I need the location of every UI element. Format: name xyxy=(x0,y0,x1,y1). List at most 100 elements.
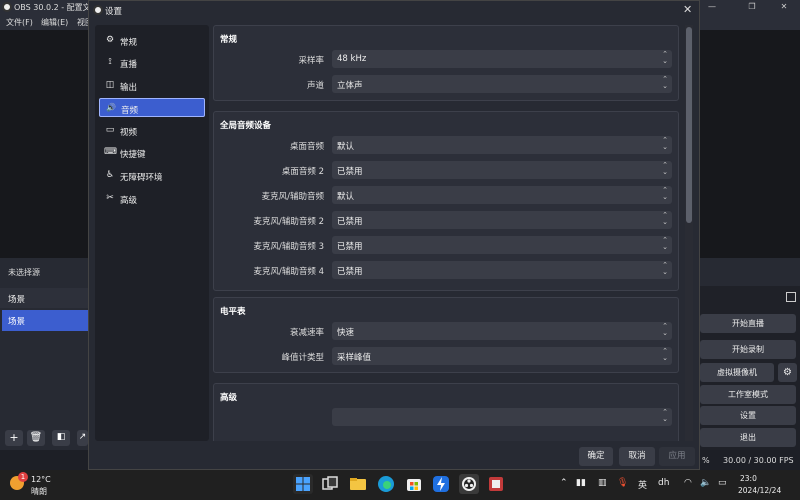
scene-list-item[interactable]: 场景 xyxy=(2,310,88,331)
select-value: 已禁用 xyxy=(337,167,363,177)
peak-meter-select[interactable]: 采样峰值 ⌃ ⌄ xyxy=(332,347,672,365)
filters-icon[interactable]: ◧ xyxy=(52,430,70,446)
app-icon[interactable] xyxy=(486,474,506,494)
settings-dialog: 设置 ✕ ⚙ 常规 ⟟ 直播 ◫ 输出 🔊 音频 ▭ 视频 ⌨ 快捷键 ♿ 无障… xyxy=(88,0,700,470)
file-explorer-icon[interactable] xyxy=(348,474,368,494)
updown-icon: ⌃ ⌄ xyxy=(662,261,668,276)
updown-icon: ⌃ ⌄ xyxy=(662,347,668,362)
nav-video[interactable]: ▭ 视频 xyxy=(99,121,205,140)
ime-indicator[interactable]: 英 xyxy=(638,478,647,491)
channels-select[interactable]: 立体声 ⌃ ⌄ xyxy=(332,75,672,93)
mic-audio-label: 麦克风/辅助音频 xyxy=(261,192,324,202)
keyboard-icon: ⌨ xyxy=(104,147,117,157)
volume-icon[interactable]: 🔈 xyxy=(700,478,711,488)
advanced-select[interactable]: ⌃ ⌄ xyxy=(332,408,672,426)
nav-output[interactable]: ◫ 输出 xyxy=(99,76,205,95)
mic-audio-3-select[interactable]: 已禁用 ⌃ ⌄ xyxy=(332,236,672,254)
select-value: 48 kHz xyxy=(337,54,367,64)
lightning-app-icon[interactable] xyxy=(431,474,451,494)
desktop-audio-label: 桌面音频 xyxy=(289,142,324,152)
dialog-titlebar: 设置 ✕ xyxy=(89,1,699,19)
store-icon[interactable] xyxy=(404,474,424,494)
close-icon[interactable]: ✕ xyxy=(683,3,692,16)
trash-icon[interactable]: 🗑 xyxy=(27,430,45,446)
output-icon: ◫ xyxy=(105,80,115,90)
ok-button[interactable]: 确定 xyxy=(579,447,613,466)
scrollbar-thumb[interactable] xyxy=(686,27,692,223)
nav-audio[interactable]: 🔊 音频 xyxy=(99,98,205,117)
edge-icon[interactable] xyxy=(376,474,396,494)
settings-sidebar: ⚙ 常规 ⟟ 直播 ◫ 输出 🔊 音频 ▭ 视频 ⌨ 快捷键 ♿ 无障碍环境 ✂ xyxy=(95,25,209,441)
menu-edit[interactable]: 编辑(E) xyxy=(41,17,68,28)
mic-audio-4-select[interactable]: 已禁用 ⌃ ⌄ xyxy=(332,261,672,279)
exit-button[interactable]: 退出 xyxy=(700,428,796,447)
gear-icon[interactable]: ⚙ xyxy=(778,363,797,382)
cancel-button[interactable]: 取消 xyxy=(619,447,655,466)
task-view-icon[interactable] xyxy=(320,474,340,494)
sample-rate-label: 采样率 xyxy=(298,56,324,66)
updown-icon: ⌃ ⌄ xyxy=(662,186,668,201)
dock-float-icon[interactable] xyxy=(786,292,796,302)
nav-advanced[interactable]: ✂ 高级 xyxy=(99,189,205,208)
nav-label: 音频 xyxy=(121,106,139,116)
obs-logo-icon xyxy=(2,2,12,12)
speaker-icon: 🔊 xyxy=(106,103,116,112)
obs-taskbar-icon[interactable] xyxy=(459,474,479,494)
apply-button[interactable]: 应用 xyxy=(659,447,695,466)
mic-audio-select[interactable]: 默认 ⌃ ⌄ xyxy=(332,186,672,204)
audio-level-icon[interactable]: ▮▮ xyxy=(576,478,586,488)
start-streaming-button[interactable]: 开始直播 xyxy=(700,314,796,333)
select-value: 默认 xyxy=(337,142,355,152)
select-value: 默认 xyxy=(337,192,355,202)
minimize-icon[interactable]: — xyxy=(700,1,724,13)
group-meters: 电平表 衰减速率 快速 ⌃ ⌄ 峰值计类型 采样峰值 ⌃ ⌄ xyxy=(213,297,679,373)
gear-icon: ⚙ xyxy=(105,35,115,45)
monitor-icon: ▭ xyxy=(105,125,115,135)
nav-label: 直播 xyxy=(120,60,138,70)
nav-general[interactable]: ⚙ 常规 xyxy=(99,31,205,50)
clock-time[interactable]: 23:0 xyxy=(740,474,757,483)
desktop-audio-select[interactable]: 默认 ⌃ ⌄ xyxy=(332,136,672,154)
mic-audio-2-select[interactable]: 已禁用 ⌃ ⌄ xyxy=(332,211,672,229)
scene-dock-header: 场景 xyxy=(0,288,88,308)
obs-logo-icon xyxy=(93,5,103,15)
weather-temperature: 12°C xyxy=(31,475,51,484)
notification-badge: 1 xyxy=(18,472,28,482)
select-value: 已禁用 xyxy=(337,217,363,227)
nav-hotkeys[interactable]: ⌨ 快捷键 xyxy=(99,143,205,162)
desktop-audio-2-label: 桌面音频 2 xyxy=(281,167,324,177)
microphone-icon[interactable]: 🎙 xyxy=(617,478,628,488)
menu-file[interactable]: 文件(F) xyxy=(6,17,33,28)
wifi-icon[interactable]: ◠ xyxy=(684,478,692,488)
more-icon[interactable]: ↗ xyxy=(77,430,88,446)
nav-stream[interactable]: ⟟ 直播 xyxy=(99,53,205,72)
clock-date[interactable]: 2024/12/24 xyxy=(738,486,781,495)
meter-icon[interactable]: ▥ xyxy=(598,478,607,488)
scene-dock-title: 场景 xyxy=(8,295,26,305)
select-value: 立体声 xyxy=(337,81,363,91)
close-icon[interactable]: ✕ xyxy=(772,1,796,13)
settings-button[interactable]: 设置 xyxy=(700,406,796,425)
updown-icon: ⌃ ⌄ xyxy=(662,408,668,423)
input-icon[interactable]: dh xyxy=(658,478,669,488)
settings-content[interactable]: 常规 采样率 48 kHz ⌃ ⌄ 声道 立体声 ⌃ ⌄ 全局音频设备 桌面音频 默… xyxy=(213,25,685,441)
chevron-up-icon[interactable]: ⌃ xyxy=(560,478,568,488)
select-value: 采样峰值 xyxy=(337,353,372,363)
cpu-percent: % xyxy=(702,456,710,465)
updown-icon: ⌃ ⌄ xyxy=(662,161,668,176)
channels-label: 声道 xyxy=(306,81,324,91)
nav-accessibility[interactable]: ♿ 无障碍环境 xyxy=(99,166,205,185)
nav-label: 视频 xyxy=(120,128,138,138)
content-scrollbar[interactable] xyxy=(685,25,693,441)
studio-mode-button[interactable]: 工作室模式 xyxy=(700,385,796,404)
battery-icon[interactable]: ▭ xyxy=(718,478,727,488)
add-scene-button[interactable]: + xyxy=(5,430,23,446)
group-title: 高级 xyxy=(220,393,238,403)
decay-rate-select[interactable]: 快速 ⌃ ⌄ xyxy=(332,322,672,340)
desktop-audio-2-select[interactable]: 已禁用 ⌃ ⌄ xyxy=(332,161,672,179)
virtual-camera-button[interactable]: 虚拟摄像机 xyxy=(700,363,774,382)
start-recording-button[interactable]: 开始录制 xyxy=(700,340,796,359)
maximize-icon[interactable]: ❐ xyxy=(740,1,764,13)
sample-rate-select[interactable]: 48 kHz ⌃ ⌄ xyxy=(332,50,672,68)
start-icon[interactable] xyxy=(293,474,313,494)
